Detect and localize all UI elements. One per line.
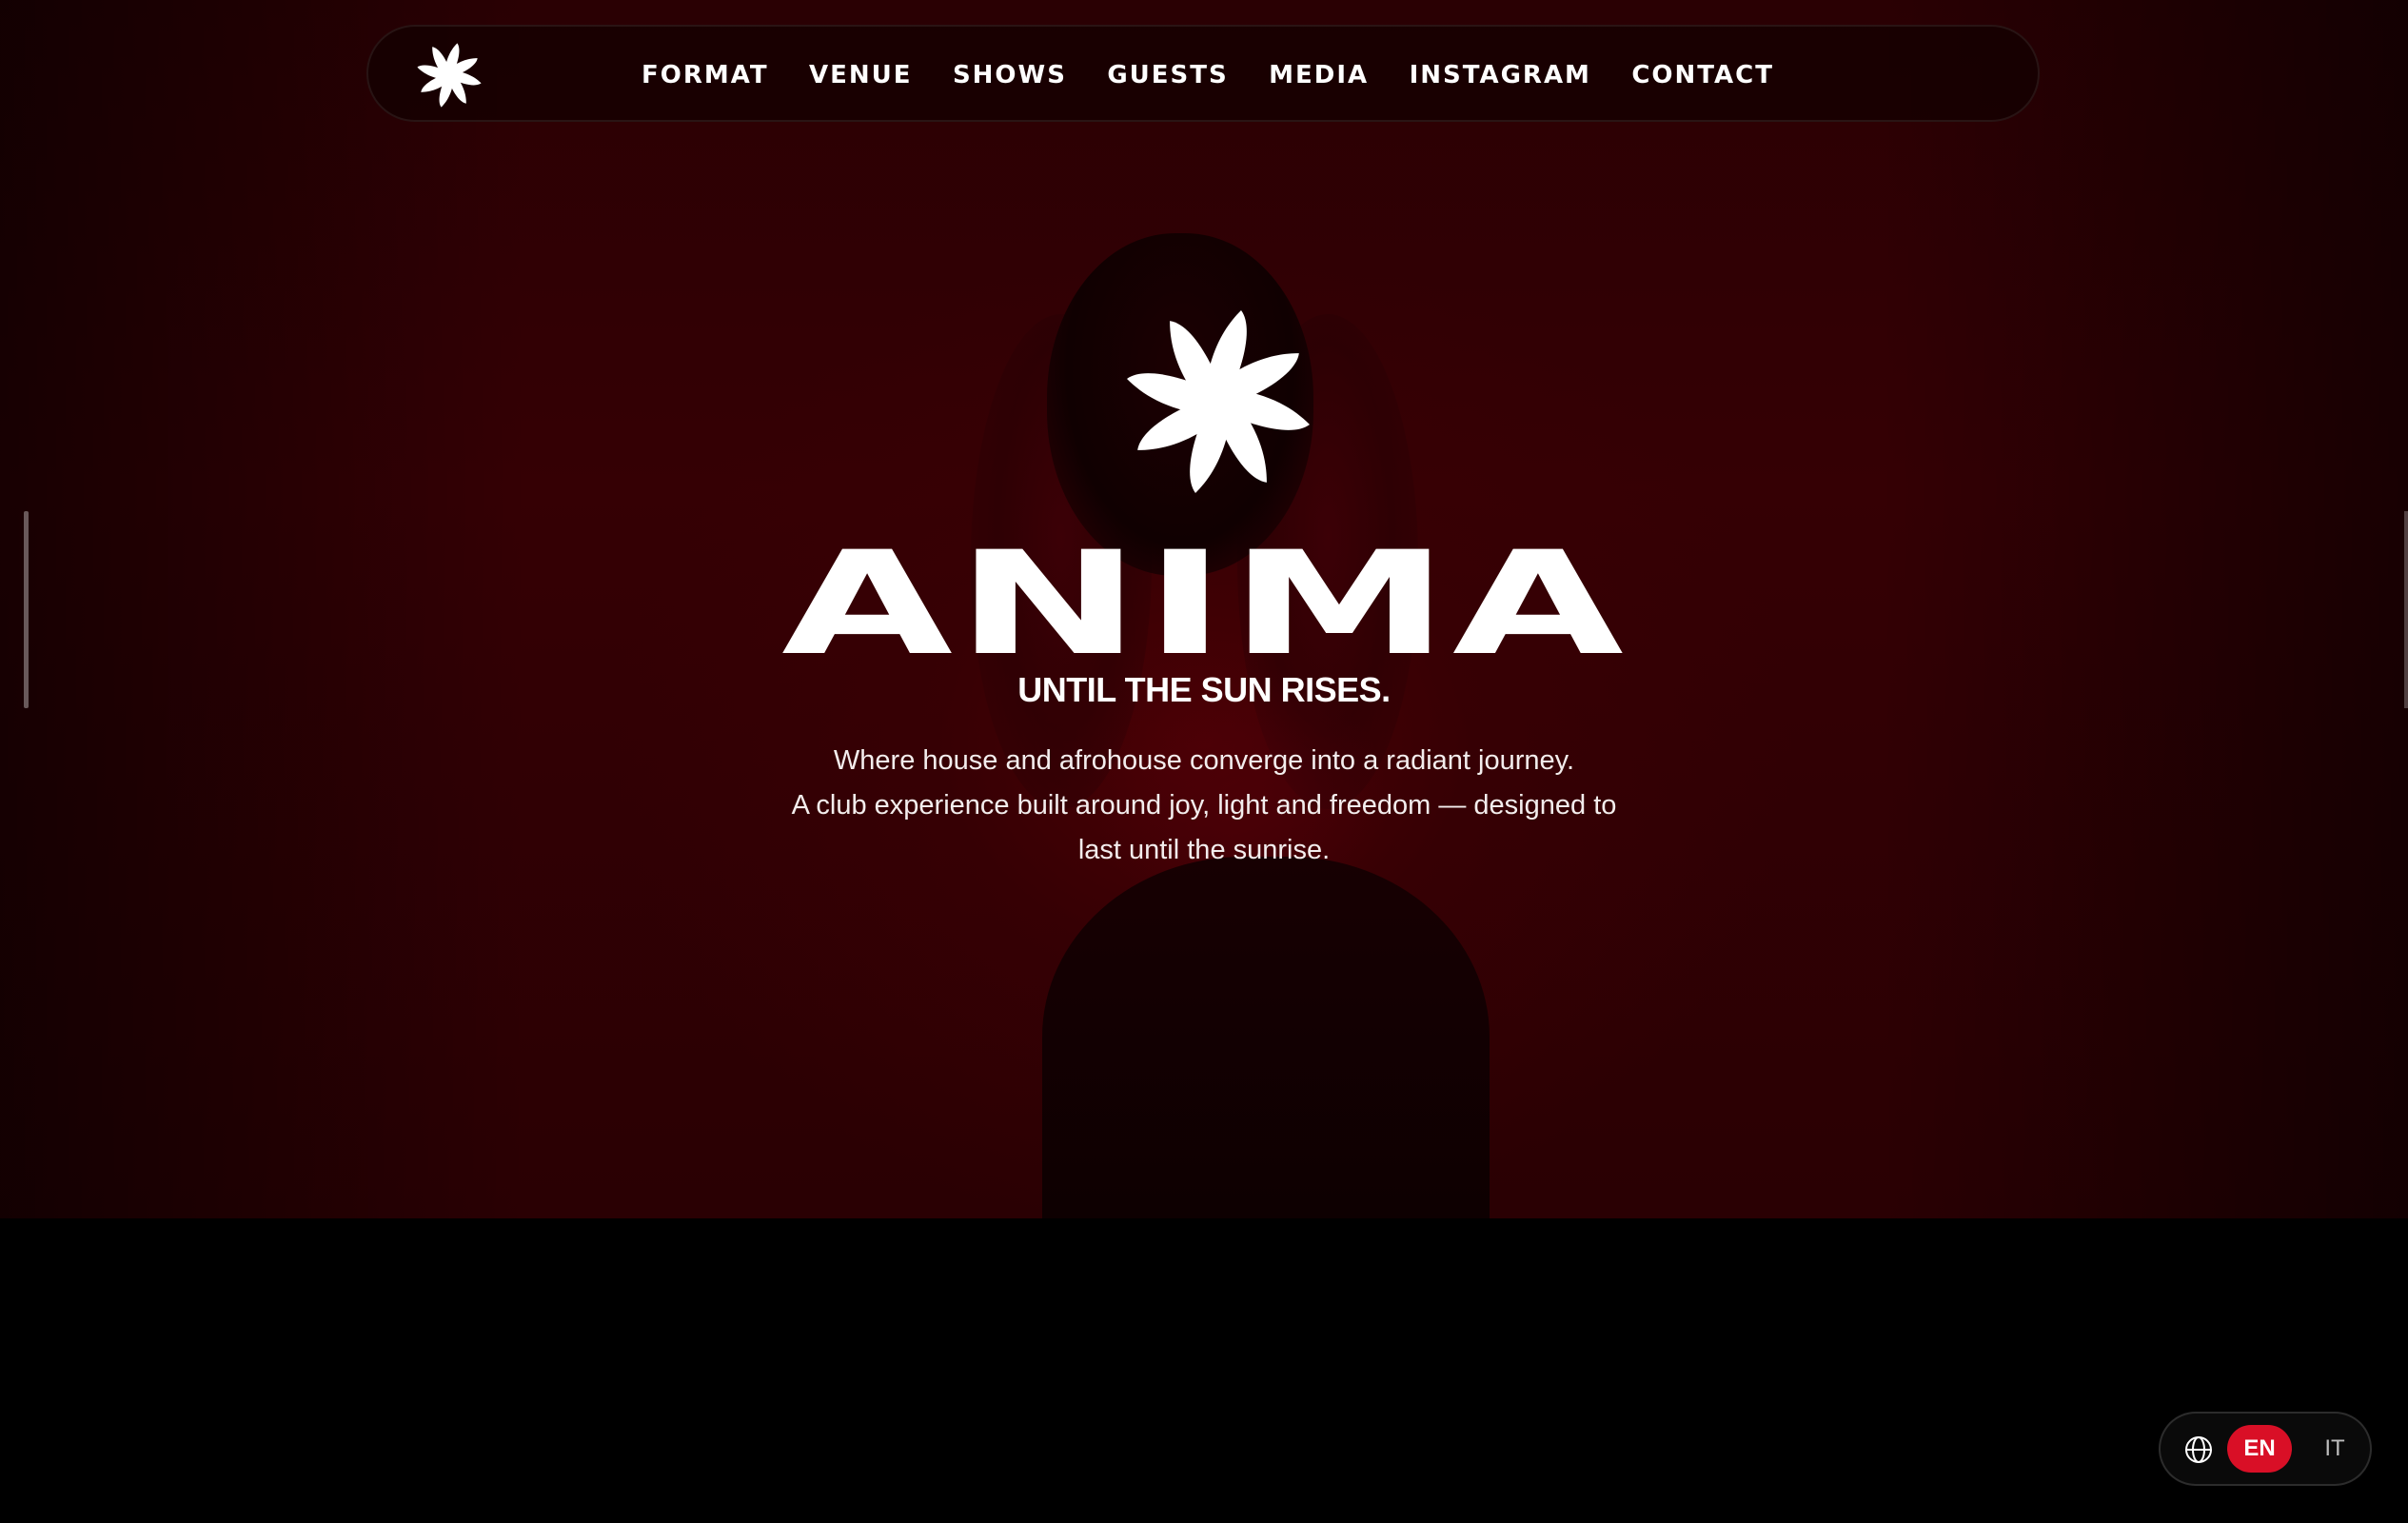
hero-description-line: Where house and afrohouse converge into … xyxy=(833,745,1575,776)
hero-description: Where house and afrohouse converge into … xyxy=(728,739,1680,873)
nav-link-venue[interactable]: VENUE xyxy=(809,61,913,89)
hero-description-line: last until the sunrise. xyxy=(1077,835,1331,865)
hero-title: ANIMA xyxy=(781,522,1627,687)
nav-link-shows[interactable]: SHOWS xyxy=(953,61,1067,89)
nav-link-media[interactable]: MEDIA xyxy=(1269,61,1369,89)
globe-icon xyxy=(2185,1436,2212,1463)
anima-sun-icon xyxy=(1127,310,1310,493)
language-option-it[interactable]: IT xyxy=(2311,1425,2359,1473)
nav-links: FORMAT VENUE SHOWS GUESTS MEDIA INSTAGRA… xyxy=(641,27,1774,124)
nav-link-guests[interactable]: GUESTS xyxy=(1107,61,1228,89)
hero-description-line: A club experience built around joy, ligh… xyxy=(791,790,1617,821)
anima-sun-icon[interactable] xyxy=(416,42,483,109)
nav-link-instagram[interactable]: INSTAGRAM xyxy=(1410,61,1591,89)
nav-link-format[interactable]: FORMAT xyxy=(641,61,769,89)
top-navbar: FORMAT VENUE SHOWS GUESTS MEDIA INSTAGRA… xyxy=(366,25,2040,122)
language-option-en[interactable]: EN xyxy=(2227,1425,2292,1473)
hero-tagline: UNTIL THE SUN RISES. xyxy=(1017,670,1391,709)
language-switcher: EN IT xyxy=(2159,1412,2372,1486)
nav-link-contact[interactable]: CONTACT xyxy=(1631,61,1774,89)
